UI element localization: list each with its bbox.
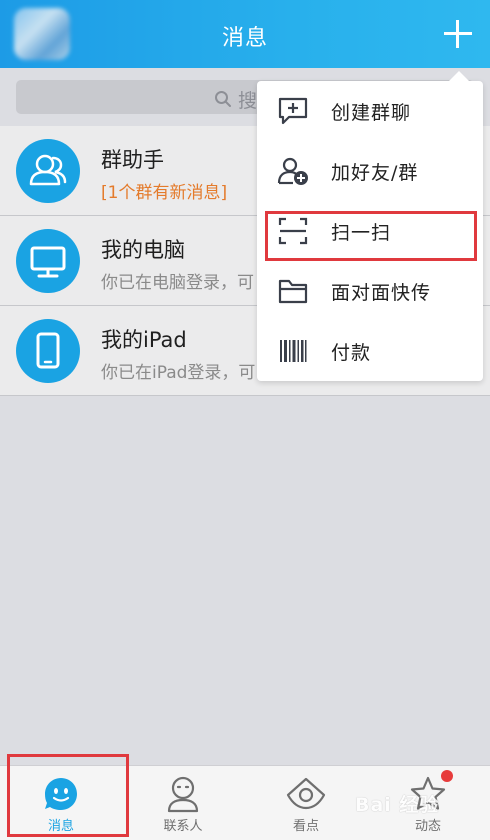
tab-label: 联系人 (163, 819, 203, 834)
page-title: 消息 (221, 26, 268, 51)
search-placeholder: 搜 (238, 90, 258, 112)
messages-tab-highlight-annotation (7, 754, 129, 837)
notification-badge (441, 770, 453, 782)
plus-icon[interactable] (440, 16, 476, 52)
folder-icon (278, 279, 308, 304)
menu-item-label: 面对面快传 (331, 282, 432, 304)
barcode-icon (280, 340, 307, 362)
conversation-preview: [1个群有新消息] (101, 183, 228, 203)
top-bar: 消息 (0, 0, 490, 68)
add-friend-icon (277, 157, 308, 185)
ipad-icon (16, 319, 80, 383)
create-group-chat-icon (278, 97, 308, 125)
menu-item-add-friend[interactable]: 加好友/群 (257, 141, 483, 201)
contacts-icon (167, 776, 199, 813)
menu-item-create-group-chat[interactable]: 创建群聊 (257, 81, 483, 141)
menu-item-label: 创建群聊 (331, 102, 412, 124)
conversation-title: 我的iPad (101, 328, 187, 352)
menu-item-label: 加好友/群 (331, 162, 419, 184)
conversation-title: 群助手 (101, 148, 164, 172)
conversation-preview: 你已在iPad登录，可 (101, 363, 256, 383)
menu-item-label: 付款 (331, 342, 372, 364)
computer-icon (16, 229, 80, 293)
group-assistant-icon (16, 139, 80, 203)
watermark: Bai 经验 (355, 794, 440, 816)
conversation-preview: 你已在电脑登录，可 (101, 273, 254, 293)
menu-item-payment[interactable]: 付款 (257, 321, 483, 381)
conversation-title: 我的电脑 (101, 238, 185, 262)
tab-watch[interactable]: 看点 (245, 766, 367, 840)
search-icon (215, 91, 231, 107)
eye-icon (286, 777, 326, 810)
scan-highlight-annotation (265, 211, 477, 261)
tab-label: 看点 (292, 819, 319, 834)
tab-contacts[interactable]: 联系人 (122, 766, 244, 840)
menu-item-face-to-face-transfer[interactable]: 面对面快传 (257, 261, 483, 321)
tab-label: 动态 (414, 819, 441, 834)
